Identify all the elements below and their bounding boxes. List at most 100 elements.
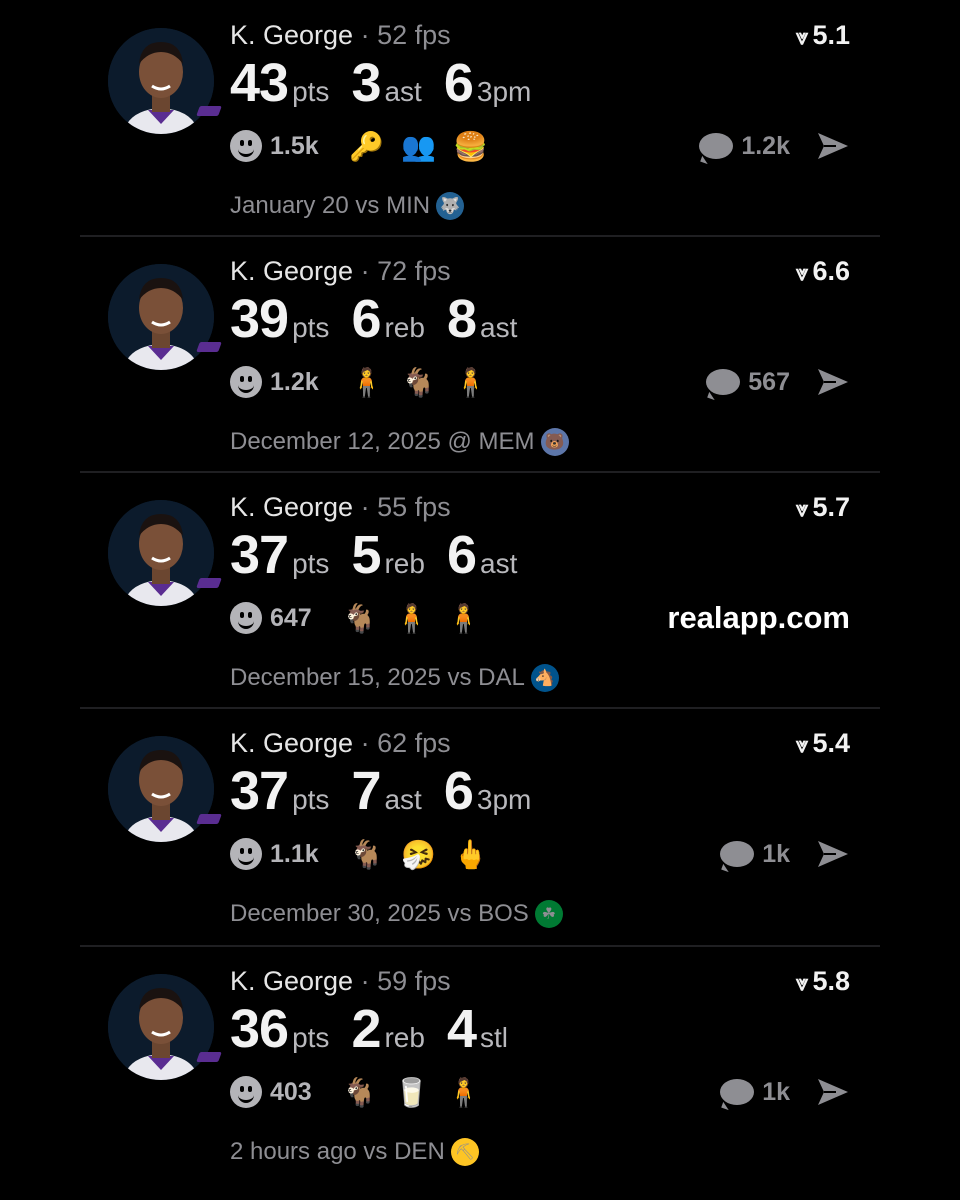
reaction-count: 1.2k <box>270 367 319 396</box>
feed-card-2[interactable]: K. George · 72 fps ⩔ 6.6 39 pts 6 reb 8 ast 1.… <box>80 236 880 472</box>
rating-arrow-icon: ⩔ <box>796 496 809 521</box>
rating: ⩔ 6.6 <box>796 256 850 287</box>
player-name[interactable]: K. George · 62 fps <box>230 728 451 759</box>
player-name[interactable]: K. George · 72 fps <box>230 256 451 287</box>
reaction-emoji-icon[interactable]: 🐐 <box>347 838 387 871</box>
grizzlies-logo-icon: 🐻 <box>540 428 569 456</box>
comment-icon[interactable] <box>720 1079 755 1105</box>
rating: ⩔ 5.8 <box>796 966 850 997</box>
stat-value: 6 <box>443 761 474 821</box>
stat-value: 6 <box>443 53 474 113</box>
smile-icon[interactable] <box>230 366 262 398</box>
rating: ⩔ 5.4 <box>796 728 850 759</box>
reaction-emoji-icon[interactable]: 🔑 <box>347 130 387 163</box>
player-avatar[interactable] <box>108 264 214 370</box>
game-date: December 30, 2025 vs BOS ☘ <box>230 900 563 928</box>
reaction-row[interactable]: 1.5k 🔑 👥 🍔 <box>230 126 503 166</box>
player-name-text: K. George <box>230 256 354 286</box>
smile-icon[interactable] <box>230 602 262 634</box>
player-avatar[interactable] <box>108 974 214 1080</box>
reaction-emoji-icon[interactable]: 🖕 <box>451 838 491 871</box>
stat-value: 4 <box>446 999 477 1059</box>
game-date-text: 2 hours ago vs DEN <box>230 1138 445 1165</box>
share-icon[interactable] <box>816 1077 850 1107</box>
stat-line: 39 pts 6 reb 8 ast <box>230 288 539 350</box>
stat-value: 37 <box>230 761 289 821</box>
stat-label: pts <box>292 312 330 343</box>
reaction-row[interactable]: 1.2k 🧍 🐐 🧍 <box>230 362 503 402</box>
reaction-emoji-icon[interactable]: 🧍 <box>392 602 432 635</box>
player-name[interactable]: K. George · 52 fps <box>230 20 451 51</box>
feed-card-3[interactable]: K. George · 55 fps ⩔ 5.7 37 pts 5 reb 6 ast 64… <box>80 472 880 708</box>
rating-value: 5.7 <box>812 492 850 522</box>
timberwolves-logo-icon: 🐺 <box>436 192 465 220</box>
stat-label: 3pm <box>476 784 532 815</box>
comment-icon[interactable] <box>706 369 741 395</box>
comment-count: 567 <box>748 367 790 396</box>
player-avatar[interactable] <box>108 28 214 134</box>
smile-icon[interactable] <box>230 130 262 162</box>
stat-label: reb <box>384 548 425 579</box>
team-badge <box>196 342 222 352</box>
reaction-emoji-icon[interactable]: 🧍 <box>347 366 387 399</box>
reaction-row[interactable]: 1.1k 🐐 🤧 🖕 <box>230 834 503 874</box>
fps-value: · 62 fps <box>360 728 451 758</box>
player-name-text: K. George <box>230 492 354 522</box>
stat-line: 37 pts 7 ast 6 3pm <box>230 760 553 822</box>
stat-label: 3pm <box>476 76 532 107</box>
stat-label: reb <box>384 312 425 343</box>
reaction-emoji-icon[interactable]: 🐐 <box>399 366 439 399</box>
stat-label: pts <box>292 784 330 815</box>
share-icon[interactable] <box>816 367 850 397</box>
reaction-row[interactable]: 403 🐐 🥛 🧍 <box>230 1072 496 1112</box>
stat-label: pts <box>292 76 330 107</box>
feed-card-5[interactable]: K. George · 59 fps ⩔ 5.8 36 pts 2 reb 4 stl 40… <box>80 946 880 1182</box>
player-avatar[interactable] <box>108 500 214 606</box>
reaction-emoji-icon[interactable]: 🧍 <box>451 366 491 399</box>
comment-count: 1.2k <box>741 131 790 160</box>
reaction-emoji-icon[interactable]: 🍔 <box>451 130 491 163</box>
fps-value: · 52 fps <box>360 20 451 50</box>
game-date: December 15, 2025 vs DAL 🐴 <box>230 664 559 692</box>
stat-value: 37 <box>230 525 289 585</box>
game-date-text: December 12, 2025 @ MEM <box>230 428 535 455</box>
comment-icon[interactable] <box>699 133 734 159</box>
reaction-emoji-icon[interactable]: 🐐 <box>340 1076 380 1109</box>
comment-icon[interactable] <box>720 841 755 867</box>
reaction-count: 647 <box>270 603 312 632</box>
comment-count: 1k <box>762 1077 790 1106</box>
stat-value: 2 <box>351 999 381 1059</box>
reaction-row[interactable]: 647 🐐 🧍 🧍 <box>230 598 496 638</box>
player-name[interactable]: K. George · 59 fps <box>230 966 451 997</box>
player-avatar[interactable] <box>108 736 214 842</box>
feed-card-4[interactable]: K. George · 62 fps ⩔ 5.4 37 pts 7 ast 6 3pm 1.… <box>80 708 880 944</box>
reaction-emoji-icon[interactable]: 👥 <box>399 130 439 163</box>
comment-share-group: 1.2k <box>699 126 850 166</box>
reaction-count: 1.1k <box>270 839 319 868</box>
share-icon[interactable] <box>816 839 850 869</box>
fps-value: · 55 fps <box>360 492 451 522</box>
stat-line: 36 pts 2 reb 4 stl <box>230 998 530 1060</box>
reaction-emoji-icon[interactable]: 🧍 <box>444 1076 484 1109</box>
stat-label: stl <box>480 1022 508 1053</box>
stat-label: ast <box>480 312 518 343</box>
team-badge <box>196 578 222 588</box>
stat-line: 37 pts 5 reb 6 ast <box>230 524 539 586</box>
reaction-emoji-icon[interactable]: 🐐 <box>340 602 380 635</box>
stat-label: pts <box>292 548 330 579</box>
player-name[interactable]: K. George · 55 fps <box>230 492 451 523</box>
rating: ⩔ 5.7 <box>796 492 850 523</box>
reaction-emoji-icon[interactable]: 🥛 <box>392 1076 432 1109</box>
rating-arrow-icon: ⩔ <box>796 732 809 757</box>
fps-value: · 59 fps <box>360 966 451 996</box>
stat-value: 39 <box>230 289 289 349</box>
share-icon[interactable] <box>816 131 850 161</box>
stat-label: ast <box>384 784 422 815</box>
feed-card-1[interactable]: K. George · 52 fps ⩔ 5.1 43 pts 3 ast 6 3pm 1.… <box>80 0 880 236</box>
stat-label: ast <box>384 76 422 107</box>
reaction-emoji-icon[interactable]: 🧍 <box>444 602 484 635</box>
reaction-emoji-icon[interactable]: 🤧 <box>399 838 439 871</box>
game-date-text: December 30, 2025 vs BOS <box>230 900 529 927</box>
smile-icon[interactable] <box>230 1076 262 1108</box>
smile-icon[interactable] <box>230 838 262 870</box>
